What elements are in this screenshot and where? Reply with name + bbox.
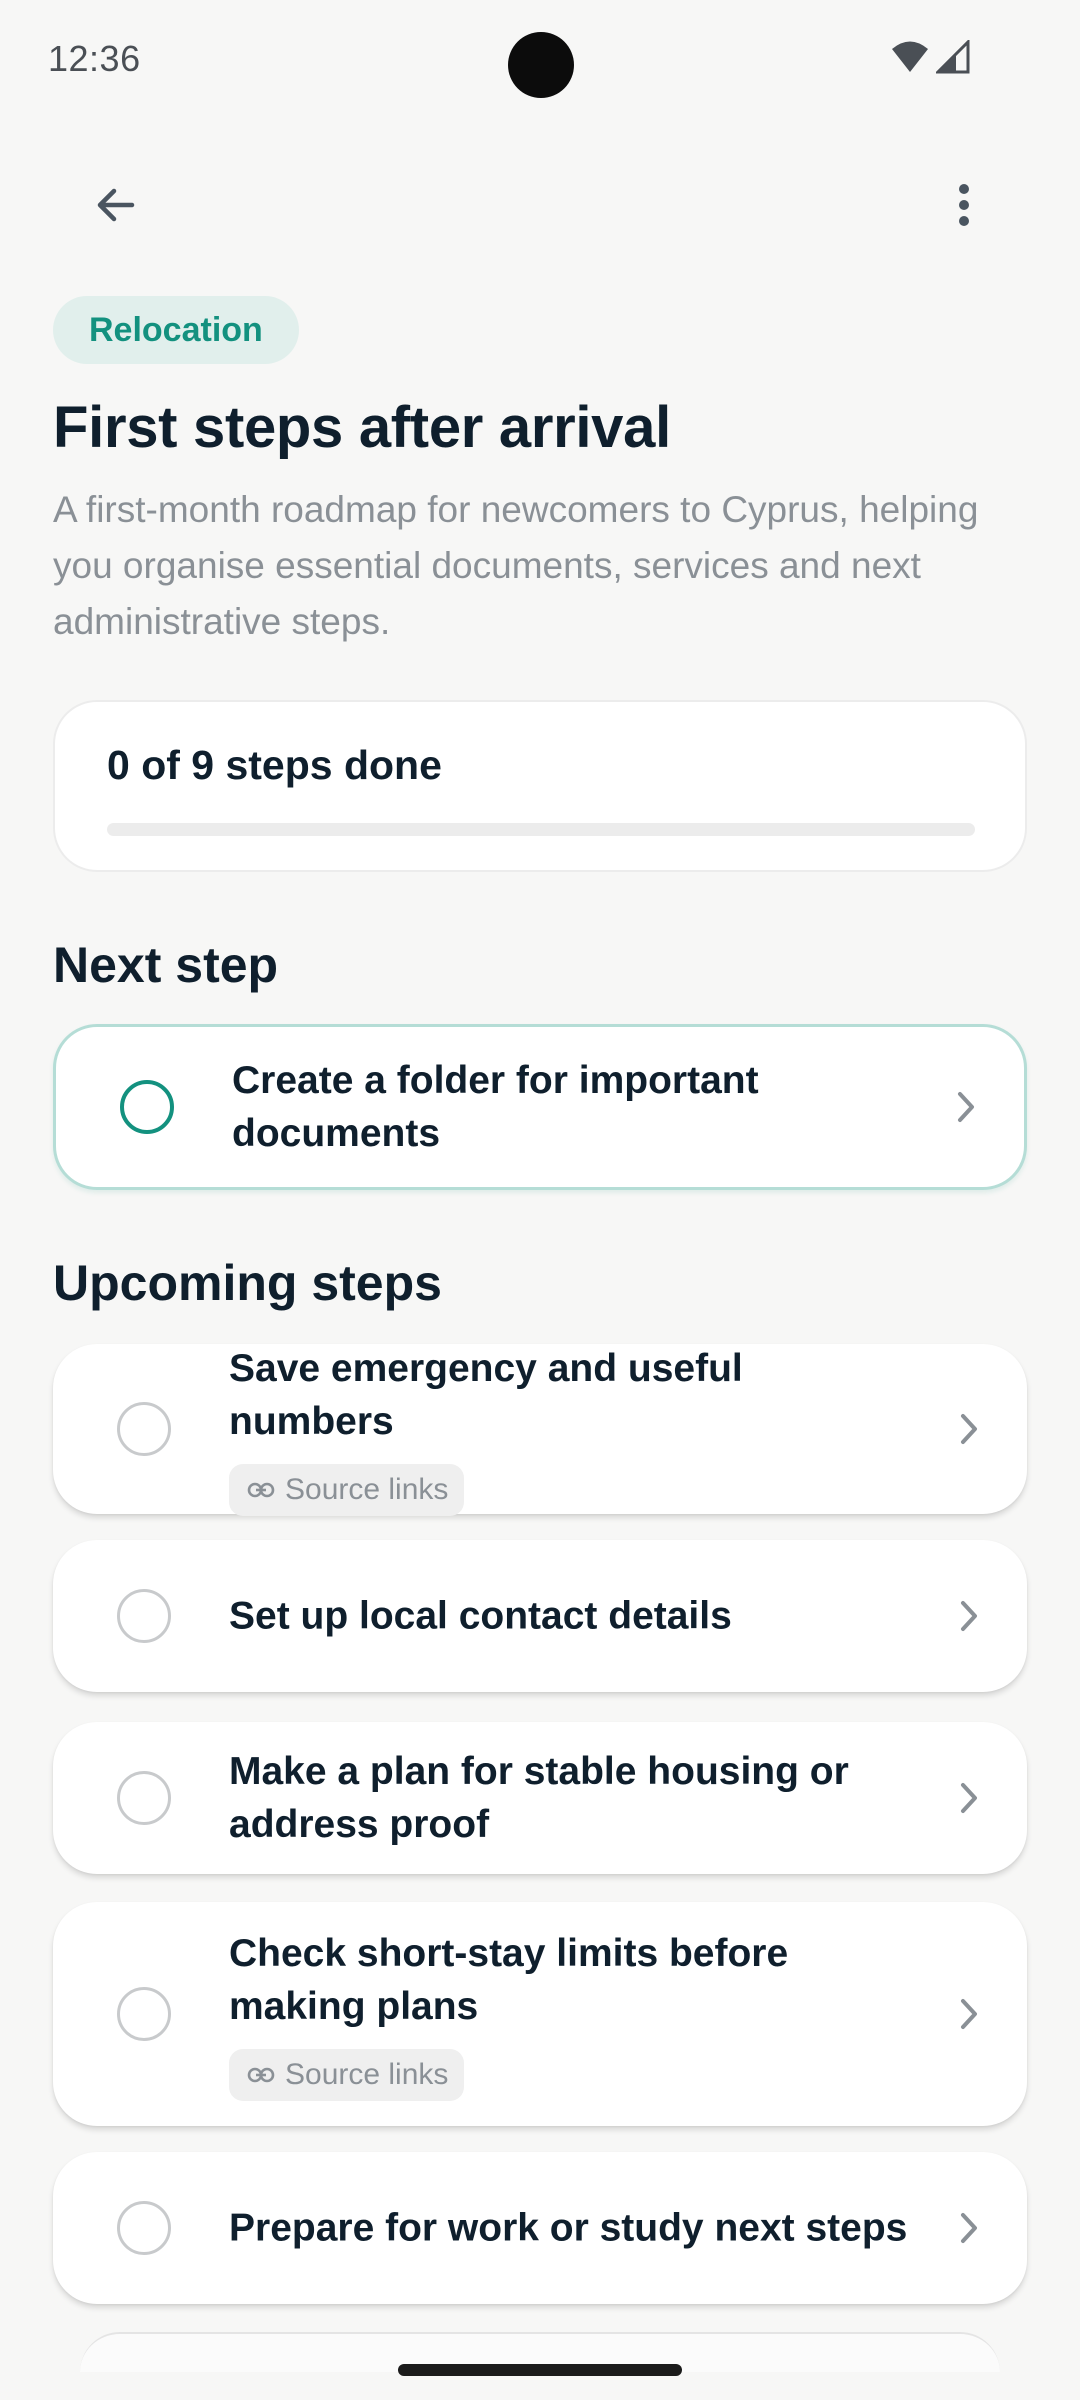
chevron-right-icon — [949, 1409, 989, 1449]
page-description: A first-month roadmap for newcomers to C… — [53, 489, 979, 642]
more-vert-icon — [954, 181, 974, 234]
step-checkbox[interactable] — [117, 1589, 171, 1643]
status-time: 12:36 — [48, 38, 141, 79]
step-checkbox[interactable] — [117, 1987, 171, 2041]
chevron-right-icon — [949, 2208, 989, 2248]
step-body: Check short-stay limits before making pl… — [229, 1927, 917, 2101]
step-checkbox[interactable] — [117, 1771, 171, 1825]
step-body: Set up local contact details — [229, 1590, 917, 1643]
upcoming-step-card[interactable]: Prepare for work or study next steps — [53, 2152, 1027, 2304]
source-links-chip[interactable]: Source links — [229, 2049, 465, 2101]
step-checkbox[interactable] — [117, 2201, 171, 2255]
upcoming-step-card[interactable]: Make a plan for stable housing or addres… — [53, 1722, 1027, 1874]
step-title: Create a folder for important documents — [232, 1059, 759, 1155]
camera-cutout — [508, 32, 574, 98]
source-links-label: Source links — [285, 2058, 449, 2091]
category-chip: Relocation — [53, 296, 299, 364]
screen: 12:36 Relocation First steps after arriv… — [0, 0, 1080, 2400]
back-arrow-icon — [92, 181, 140, 234]
step-title: Set up local contact details — [229, 1594, 732, 1638]
wifi-icon — [890, 40, 930, 79]
chevron-right-icon — [949, 1596, 989, 1636]
cellular-signal-icon — [934, 38, 970, 79]
upcoming-step-card[interactable]: Set up local contact details — [53, 1540, 1027, 1692]
source-links-chip[interactable]: Source links — [229, 1464, 465, 1516]
upcoming-step-card[interactable]: Save emergency and useful numbers Source… — [53, 1342, 1027, 1516]
chevron-right-icon — [949, 1994, 989, 2034]
source-links-label: Source links — [285, 1473, 449, 1506]
step-title: Save emergency and useful numbers — [229, 1347, 743, 1443]
progress-card: 0 of 9 steps done — [53, 700, 1027, 872]
page-title: First steps after arrival — [53, 395, 671, 460]
next-step-card[interactable]: Create a folder for important documents — [53, 1024, 1027, 1190]
step-title: Prepare for work or study next steps — [229, 2206, 908, 2250]
status-bar: 12:36 — [0, 0, 1080, 120]
step-checkbox[interactable] — [117, 1402, 171, 1456]
next-step-heading: Next step — [53, 937, 279, 993]
step-body: Make a plan for stable housing or addres… — [229, 1745, 917, 1851]
step-checkbox[interactable] — [120, 1080, 174, 1134]
step-body: Create a folder for important documents — [232, 1054, 914, 1160]
status-icons — [890, 38, 970, 79]
upcoming-step-card[interactable]: Check short-stay limits before making pl… — [53, 1902, 1027, 2126]
chevron-right-icon — [946, 1087, 986, 1127]
progress-bar — [107, 823, 975, 836]
step-title: Check short-stay limits before making pl… — [229, 1932, 789, 2028]
home-indicator[interactable] — [398, 2364, 682, 2376]
more-options-button[interactable] — [914, 157, 1014, 257]
step-body: Save emergency and useful numbers Source… — [229, 1342, 917, 1516]
step-title: Make a plan for stable housing or addres… — [229, 1750, 849, 1846]
upcoming-steps-heading: Upcoming steps — [53, 1255, 442, 1311]
progress-label: 0 of 9 steps done — [107, 742, 442, 788]
link-icon — [247, 2058, 275, 2092]
step-body: Prepare for work or study next steps — [229, 2202, 917, 2255]
chevron-right-icon — [949, 1778, 989, 1818]
back-button[interactable] — [66, 157, 166, 257]
link-icon — [247, 1473, 275, 1507]
